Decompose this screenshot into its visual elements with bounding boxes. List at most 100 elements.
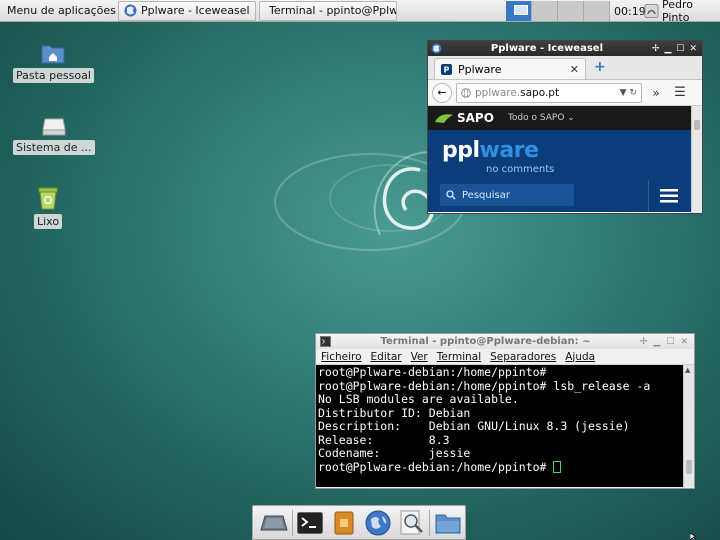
terminal-line: No LSB modules are available.: [318, 392, 519, 406]
menu-editar[interactable]: Editar: [371, 351, 402, 363]
desktop-icon-home[interactable]: Pasta pessoal: [13, 42, 94, 83]
dock-file-manager-archive[interactable]: [327, 508, 361, 538]
dock-separator: [291, 509, 293, 536]
window-minimize-icon[interactable]: ▁: [664, 44, 671, 54]
terminal-scrollbar[interactable]: ▲: [683, 365, 694, 487]
applications-menu-button[interactable]: Menu de aplicações: [0, 0, 116, 22]
terminal-window: Terminal - ppinto@Pplware-debian: ~ ✢ ▁ …: [315, 333, 695, 489]
window-maximize-icon[interactable]: ☐: [676, 44, 684, 54]
terminal-prompt: root@Pplware-debian:/home/ppinto#: [318, 459, 554, 474]
terminal-line: root@Pplware-debian:/home/ppinto# lsb_re…: [318, 378, 651, 393]
terminal-pin-icon[interactable]: ✢: [640, 337, 648, 347]
user-menu[interactable]: Pedro Pinto: [644, 0, 720, 24]
globe-icon: [461, 87, 471, 98]
site-menu-button[interactable]: [648, 180, 688, 212]
applications-menu-label: Menu de aplicações: [7, 4, 116, 17]
dock-show-desktop[interactable]: [257, 508, 291, 538]
workspace-1[interactable]: [506, 1, 532, 21]
sapo-logo[interactable]: SAPO: [434, 111, 494, 125]
hamburger-icon: [659, 189, 678, 203]
terminal-close-icon[interactable]: ✕: [680, 337, 688, 347]
desktop-icon-filesystem[interactable]: Sistema de ...: [13, 116, 95, 155]
search-icon: [446, 190, 456, 200]
drive-icon: [42, 118, 66, 136]
browser-navbar: ← pplware.sapo.pt ▼ ↻ » ☰: [428, 80, 702, 106]
new-tab-button[interactable]: +: [594, 59, 606, 75]
terminal-titlebar[interactable]: Terminal - ppinto@Pplware-debian: ~ ✢ ▁ …: [316, 334, 694, 349]
hamburger-menu-icon[interactable]: ☰: [670, 85, 690, 100]
iceweasel-icon: [124, 4, 137, 17]
terminal-cursor: [553, 460, 562, 473]
menu-separadores[interactable]: Separadores: [490, 351, 556, 363]
site-search-placeholder: Pesquisar: [462, 189, 510, 201]
terminal-launcher-icon: [297, 511, 324, 534]
browser-scrollbar[interactable]: [691, 106, 702, 213]
svg-text:P: P: [444, 65, 450, 74]
terminal-output[interactable]: root@Pplware-debian:/home/ppinto# root@Pp…: [316, 365, 684, 487]
window-close-icon[interactable]: ✕: [689, 44, 697, 54]
window-pin-icon[interactable]: ✢: [652, 44, 660, 54]
dock-search-app[interactable]: [395, 508, 429, 538]
terminal-menubar: Ficheiro Editar Ver Terminal Separadores…: [316, 349, 694, 365]
menu-ajuda[interactable]: Ajuda: [565, 351, 595, 363]
browser-page-content: SAPO Todo o SAPO ⌄ pplware no comments P…: [428, 106, 702, 212]
user-avatar-icon: [644, 3, 659, 19]
logo-ppl: ppl: [442, 138, 480, 163]
folder-launcher-icon: [435, 514, 461, 533]
url-domain: sapo.pt: [520, 86, 560, 99]
desktop-icon-trash-label: Lixo: [34, 214, 63, 229]
terminal-line: root@Pplware-debian:/home/ppinto#: [318, 365, 547, 379]
menu-ficheiro[interactable]: Ficheiro: [321, 351, 362, 363]
browser-tabbar: P Pplware ✕ +: [428, 56, 702, 80]
pplware-tagline: no comments: [486, 164, 555, 175]
scroll-up-icon[interactable]: ▲: [685, 366, 690, 374]
sapo-label: SAPO: [457, 111, 494, 125]
magnifier-launcher-icon: [400, 510, 423, 534]
terminal-line: Codename: jessie: [318, 446, 471, 460]
menu-terminal[interactable]: Terminal: [437, 351, 481, 363]
terminal-window-icon: [320, 336, 331, 347]
dock-folder[interactable]: [431, 508, 465, 538]
task-terminal[interactable]: Terminal - ppinto@Pplw...: [259, 0, 397, 21]
dock-terminal[interactable]: [294, 508, 328, 538]
back-button[interactable]: ←: [432, 82, 452, 103]
pplware-banner: pplware no comments: [428, 130, 702, 180]
menu-ver[interactable]: Ver: [411, 351, 428, 363]
user-name: Pedro Pinto: [661, 0, 693, 24]
workspace-3[interactable]: [558, 1, 584, 21]
workspace-4[interactable]: [584, 1, 610, 21]
iceweasel-window-icon: [431, 43, 442, 54]
logo-ware: ware: [479, 138, 539, 163]
terminal-scroll-thumb[interactable]: [686, 460, 692, 474]
panel-clock[interactable]: 00:19: [614, 0, 646, 22]
overflow-chevron-icon[interactable]: »: [646, 86, 666, 100]
terminal-minimize-icon[interactable]: ▁: [653, 337, 660, 347]
terminal-line: Release: 8.3: [318, 432, 450, 447]
archive-box-icon: [334, 511, 354, 534]
dock-web-browser[interactable]: [361, 508, 395, 538]
mouse-pointer-icon: [690, 533, 697, 540]
sapo-menu-dropdown[interactable]: Todo o SAPO ⌄: [508, 113, 575, 123]
url-bar[interactable]: pplware.sapo.pt ▼ ↻: [456, 82, 642, 103]
desktop-icon-trash[interactable]: Lixo: [34, 186, 63, 229]
tab-close-icon[interactable]: ✕: [570, 63, 579, 76]
url-dropdown-icon[interactable]: ▼ ↻: [620, 88, 637, 98]
home-folder-icon: [41, 45, 65, 64]
terminal-line: Description: Debian GNU/Linux 8.3 (jessi…: [318, 419, 630, 433]
tab-pplware-label: Pplware: [458, 62, 502, 76]
arrow-left-icon: ←: [437, 86, 447, 99]
browser-titlebar[interactable]: Pplware - Iceweasel ✢ ▁ ☐ ✕: [428, 41, 702, 56]
pplware-search-row: Pesquisar: [428, 180, 692, 212]
pplware-logo[interactable]: pplware: [442, 138, 539, 163]
workspace-switcher: [506, 1, 610, 21]
browser-scroll-thumb[interactable]: [694, 120, 700, 130]
desktop-icon-home-label: Pasta pessoal: [13, 68, 94, 83]
tab-pplware[interactable]: P Pplware ✕: [434, 58, 586, 79]
show-desktop-icon: [260, 515, 288, 530]
site-search-input[interactable]: Pesquisar: [440, 184, 574, 206]
task-terminal-label: Terminal - ppinto@Pplw...: [269, 4, 397, 17]
terminal-maximize-icon[interactable]: ☐: [666, 337, 674, 347]
workspace-2[interactable]: [532, 1, 558, 21]
task-iceweasel[interactable]: Pplware - Iceweasel: [118, 0, 256, 21]
browser-window: Pplware - Iceweasel ✢ ▁ ☐ ✕ P Pplware ✕ …: [427, 40, 703, 214]
